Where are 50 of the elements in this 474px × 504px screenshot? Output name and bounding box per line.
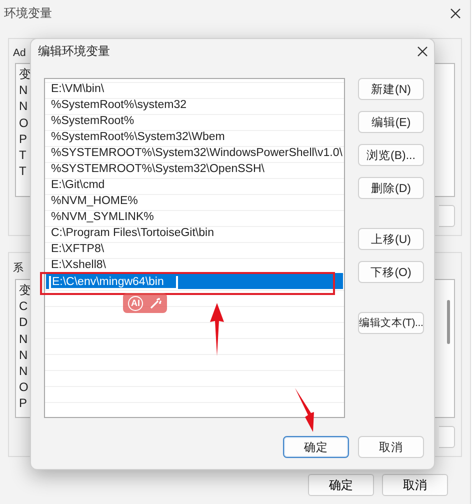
variable-name: O [19,114,28,131]
variable-name: N [19,82,28,98]
side-button[interactable]: 浏览(B)... [358,144,424,166]
variable-name: T [19,163,26,180]
side-button[interactable]: 编辑文本(T)... [358,312,424,334]
variable-name: D [19,314,28,331]
path-item[interactable]: E:\Git\cmd [46,177,343,193]
arrow-drawing [295,388,314,432]
side-button[interactable]: 编辑(E) [358,111,424,133]
dialog-button[interactable]: 取消 [382,474,448,496]
variable-name: O [19,379,28,396]
magic-wand-icon[interactable] [149,296,162,310]
button[interactable] [439,205,455,227]
side-button[interactable]: 上移(U) [358,228,424,250]
path-item[interactable]: %NVM_HOME% [46,193,343,209]
variable-name: P [19,395,28,412]
dialog-title: 编辑环境变量 [38,42,110,60]
section-label: Ad [13,47,26,59]
close-icon[interactable] [450,8,461,18]
cancel-button[interactable]: 取消 [358,436,424,458]
path-item[interactable]: %SystemRoot% [46,113,343,129]
variable-name: N [19,330,28,347]
variable-name: 变 [19,282,31,298]
dialog-button[interactable]: 确定 [308,474,374,496]
path-item[interactable]: E:\Xshell8\ [46,257,343,273]
variable-name: T [19,146,26,164]
path-item[interactable]: E:\C\env\mingw64\bin [46,273,343,289]
side-button[interactable]: 下移(O) [358,261,424,283]
scrollbar[interactable] [447,300,450,344]
path-item[interactable]: E:\XFTP8\ [46,241,343,257]
side-button[interactable]: 新建(N) [358,78,424,100]
variable-name: 变 [19,66,31,82]
side-button[interactable]: 删除(D) [358,177,424,199]
variable-name: N [19,98,28,115]
path-item[interactable]: E:\VM\bin\ [46,81,343,97]
variable-name: N [19,346,28,363]
path-item[interactable]: %NVM_SYMLINK% [46,209,343,225]
path-item[interactable]: %SYSTEMROOT%\System32\OpenSSH\ [46,161,343,177]
path-item[interactable]: C:\Program Files\TortoiseGit\bin [46,225,343,241]
close-icon[interactable] [417,46,428,56]
ok-button[interactable]: 确定 [283,436,349,458]
path-item[interactable]: %SystemRoot%\System32\Wbem [46,129,343,145]
variable-name: P [19,130,28,147]
section-label: 系 [13,261,24,275]
path-item[interactable]: %SYSTEMROOT%\System32\WindowsPowerShell\v1.0\ [46,145,343,161]
window-title: 环境变量 [4,4,52,22]
variable-name: C [19,298,28,314]
button[interactable] [439,426,455,448]
variable-name: N [19,362,28,380]
path-item[interactable]: %SystemRoot%\system32 [46,97,343,113]
